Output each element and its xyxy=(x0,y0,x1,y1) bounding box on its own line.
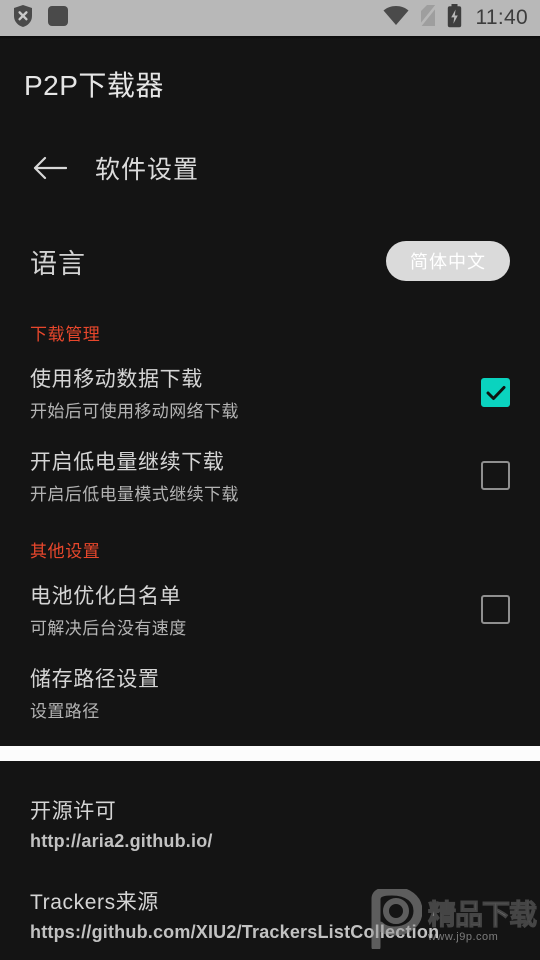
setting-title: 使用移动数据下载 xyxy=(30,368,203,391)
setting-row-mobile-data[interactable]: 使用移动数据下载 开始后可使用移动网络下载 xyxy=(0,349,540,432)
rounded-square-icon xyxy=(46,4,70,33)
app-title: P2P下载器 xyxy=(24,70,164,101)
app-bar: P2P下载器 xyxy=(0,40,540,128)
checkbox-mobile-data[interactable] xyxy=(481,378,510,407)
about-link[interactable]: http://aria2.github.io/ xyxy=(30,831,510,852)
language-label: 语言 xyxy=(30,248,86,279)
setting-row-low-battery[interactable]: 开启低电量继续下载 开启后低电量模式继续下载 xyxy=(0,432,540,515)
about-title: 开源许可 xyxy=(30,800,117,823)
status-bar: 11:40 xyxy=(0,0,540,36)
status-bar-left-icons xyxy=(12,4,70,33)
language-chip-button[interactable]: 简体中文 xyxy=(386,241,510,281)
setting-subtitle: 开启后低电量模式继续下载 xyxy=(30,485,239,504)
setting-row-text: 开启低电量继续下载 开启后低电量模式继续下载 xyxy=(30,446,239,505)
about-link[interactable]: https://github.com/XIU2/TrackersListColl… xyxy=(30,922,510,943)
page-title: 软件设置 xyxy=(95,156,200,184)
about-item-license[interactable]: 开源许可 http://aria2.github.io/ xyxy=(30,795,510,852)
setting-row-text: 电池优化白名单 可解决后台没有速度 xyxy=(30,580,187,639)
language-row[interactable]: 语言 简体中文 xyxy=(0,224,540,298)
section-header-other-settings: 其他设置 xyxy=(30,542,101,561)
about-card: 开源许可 http://aria2.github.io/ Trackers来源 … xyxy=(0,761,540,943)
settings-card: 语言 简体中文 下载管理 使用移动数据下载 开始后可使用移动网络下载 开启低电量… xyxy=(0,224,540,746)
setting-row-battery-whitelist[interactable]: 电池优化白名单 可解决后台没有速度 xyxy=(0,566,540,649)
setting-row-text: 使用移动数据下载 开始后可使用移动网络下载 xyxy=(30,363,239,422)
setting-row-text: 储存路径设置 设置路径 xyxy=(30,663,160,722)
status-bar-right-icons: 11:40 xyxy=(383,3,529,33)
setting-subtitle: 设置路径 xyxy=(30,702,100,721)
sim-off-icon xyxy=(418,4,437,32)
setting-subtitle: 可解决后台没有速度 xyxy=(30,619,187,638)
section-header-download-management: 下载管理 xyxy=(30,325,101,344)
setting-row-storage-path[interactable]: 储存路径设置 设置路径 xyxy=(0,649,540,732)
setting-title: 开启低电量继续下载 xyxy=(30,451,225,474)
setting-title: 储存路径设置 xyxy=(30,668,160,691)
wifi-icon xyxy=(383,5,409,31)
status-bar-clock: 11:40 xyxy=(475,6,528,29)
back-arrow-icon[interactable] xyxy=(30,148,70,188)
checkbox-battery-whitelist[interactable] xyxy=(481,595,510,624)
card-separator xyxy=(0,746,540,761)
setting-title: 电池优化白名单 xyxy=(30,585,182,608)
checkbox-low-battery[interactable] xyxy=(481,461,510,490)
shield-x-icon xyxy=(12,4,34,33)
setting-subtitle: 开始后可使用移动网络下载 xyxy=(30,402,239,421)
battery-charging-icon xyxy=(447,3,462,33)
about-title: Trackers来源 xyxy=(30,891,159,914)
phone-screen: 11:40 P2P下载器 软件设置 语言 简体中文 下载管理 使用移动数据下载 … xyxy=(0,0,540,960)
about-item-trackers[interactable]: Trackers来源 https://github.com/XIU2/Track… xyxy=(30,886,510,943)
settings-sub-bar: 软件设置 xyxy=(0,128,540,208)
